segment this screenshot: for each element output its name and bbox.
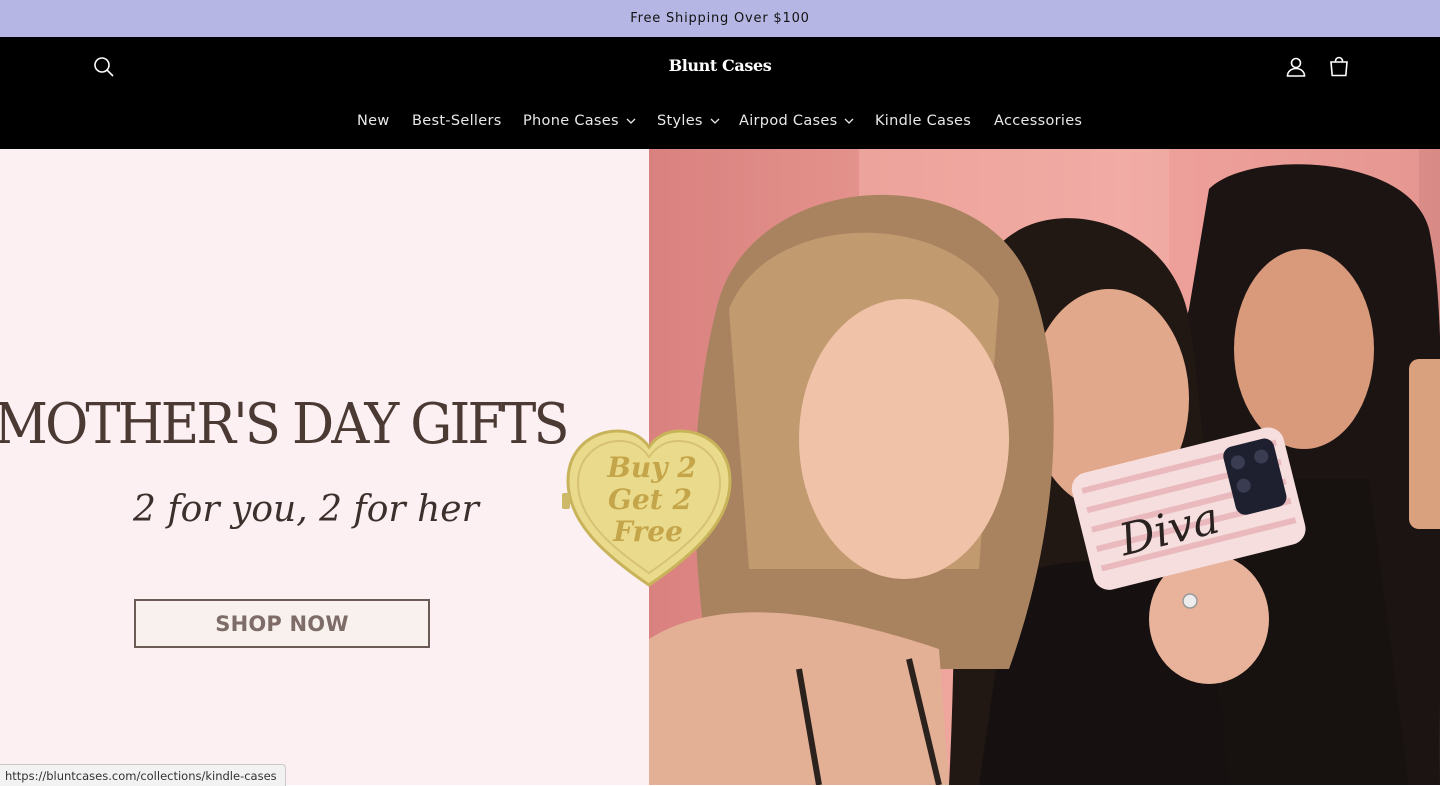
status-bar-url: https://bluntcases.com/collections/kindl… [0,764,286,786]
hero-title: MOTHER'S DAY GIFTS [0,392,570,457]
hero-photo[interactable]: Diva [649,149,1440,785]
account-icon[interactable] [1284,55,1308,79]
hero-subtitle: 2 for you, 2 for her [133,489,479,530]
nav-item-kindle-cases[interactable]: Kindle Cases [875,113,971,129]
nav-item-phone-cases[interactable]: Phone Cases [523,113,636,129]
shop-now-button[interactable]: SHOP NOW [134,599,430,648]
badge-line-2: Get 2 [608,483,692,516]
hero-photo-illustration: Diva [649,149,1440,785]
nav-item-accessories[interactable]: Accessories [994,113,1082,129]
chevron-down-icon [844,118,854,124]
badge-line-1: Buy 2 [606,451,697,484]
nav-item-airpod-cases[interactable]: Airpod Cases [739,113,854,129]
main-nav: New Best-Sellers Phone Cases Styles Airp… [0,113,1440,135]
hero-banner-text-panel: MOTHER'S DAY GIFTS 2 for you, 2 for her … [0,149,649,785]
nav-item-styles[interactable]: Styles [657,113,720,129]
announcement-text: Free Shipping Over $100 [630,11,810,26]
site-logo[interactable]: Blunt Cases [0,56,1440,75]
nav-item-new[interactable]: New [357,113,390,129]
badge-line-3: Free [612,515,683,548]
chevron-down-icon [710,118,720,124]
cart-icon[interactable] [1327,55,1351,79]
nav-item-best-sellers[interactable]: Best-Sellers [412,113,502,129]
site-header: Blunt Cases New Best-Sellers Phone Cases… [0,37,1440,149]
announcement-bar: Free Shipping Over $100 [0,0,1440,37]
chevron-down-icon [626,118,636,124]
buy-2-get-2-badge: Buy 2 Get 2 Free [562,425,736,593]
